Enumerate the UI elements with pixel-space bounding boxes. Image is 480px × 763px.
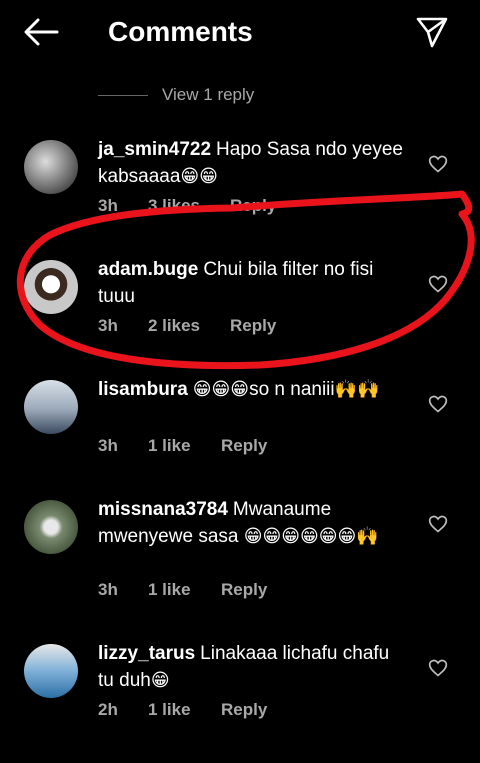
comment-time: 3h (98, 316, 118, 335)
header-bar: Comments (0, 0, 480, 64)
comment-meta: 3h 1 like Reply (98, 580, 267, 600)
comment-emoji: 😁😁 (180, 166, 218, 186)
comment-text: lizzy_tarus Linakaaa lichafu chafu tu duh… (98, 640, 408, 694)
comment-username[interactable]: ja_smin4722 (98, 139, 211, 160)
heart-icon[interactable] (428, 274, 448, 294)
comment-meta: 3h 1 like Reply (98, 436, 267, 456)
comment-meta: 3h 3 likes Reply (98, 196, 276, 216)
view-replies-link[interactable]: View 1 reply (98, 80, 398, 110)
avatar[interactable] (24, 380, 78, 434)
comment-meta: 3h 2 likes Reply (98, 316, 276, 336)
comment-emoji: 😁😁😁😁😁😁🙌 (243, 526, 379, 546)
comment-text: adam.buge Chui bila filter no fisi tuuu (98, 256, 408, 310)
comment-likes[interactable]: 3 likes (148, 196, 230, 216)
comment-time: 3h (98, 436, 118, 455)
comment-likes[interactable]: 1 like (148, 436, 221, 456)
reply-button[interactable]: Reply (221, 700, 267, 720)
comment-emoji-prefix: 😁😁😁 (192, 379, 250, 399)
heart-icon[interactable] (428, 658, 448, 678)
avatar[interactable] (24, 260, 78, 314)
heart-icon[interactable] (428, 514, 448, 534)
back-arrow-icon (24, 18, 59, 46)
comment-message: so n naniii (249, 379, 335, 400)
comment-text: missnana3784 Mwanaume mwenyewe sasa 😁😁😁😁😁… (98, 496, 408, 550)
comment-emoji: 😁 (150, 670, 170, 690)
avatar[interactable] (24, 140, 78, 194)
comment-likes[interactable]: 1 like (148, 700, 221, 720)
reply-button[interactable]: Reply (230, 196, 276, 216)
share-button[interactable] (410, 12, 454, 52)
avatar[interactable] (24, 500, 78, 554)
comment-username[interactable]: lizzy_tarus (98, 643, 195, 664)
comment-text: lisambura 😁😁😁so n naniii🙌🙌 (98, 376, 408, 403)
comment-likes[interactable]: 1 like (148, 580, 221, 600)
reply-button[interactable]: Reply (221, 436, 267, 456)
comment-emoji: 🙌🙌 (334, 379, 380, 399)
reply-button[interactable]: Reply (230, 316, 276, 336)
comment-username[interactable]: adam.buge (98, 259, 198, 280)
comment-time: 3h (98, 580, 118, 599)
heart-icon[interactable] (428, 394, 448, 414)
comment-meta: 2h 1 like Reply (98, 700, 267, 720)
reply-button[interactable]: Reply (221, 580, 267, 600)
comment-text: ja_smin4722 Hapo Sasa ndo yeyee kabsaaaa😁… (98, 136, 408, 190)
avatar[interactable] (24, 644, 78, 698)
comment-time: 2h (98, 700, 118, 719)
heart-icon[interactable] (428, 154, 448, 174)
divider-line (98, 94, 148, 96)
view-replies-label: View 1 reply (162, 85, 255, 104)
back-button[interactable] (20, 14, 62, 50)
page-title: Comments (108, 16, 253, 47)
comment-time: 3h (98, 196, 118, 215)
comment-username[interactable]: lisambura (98, 379, 188, 400)
comment-username[interactable]: missnana3784 (98, 499, 228, 520)
send-icon (416, 17, 448, 48)
comment-likes[interactable]: 2 likes (148, 316, 230, 336)
